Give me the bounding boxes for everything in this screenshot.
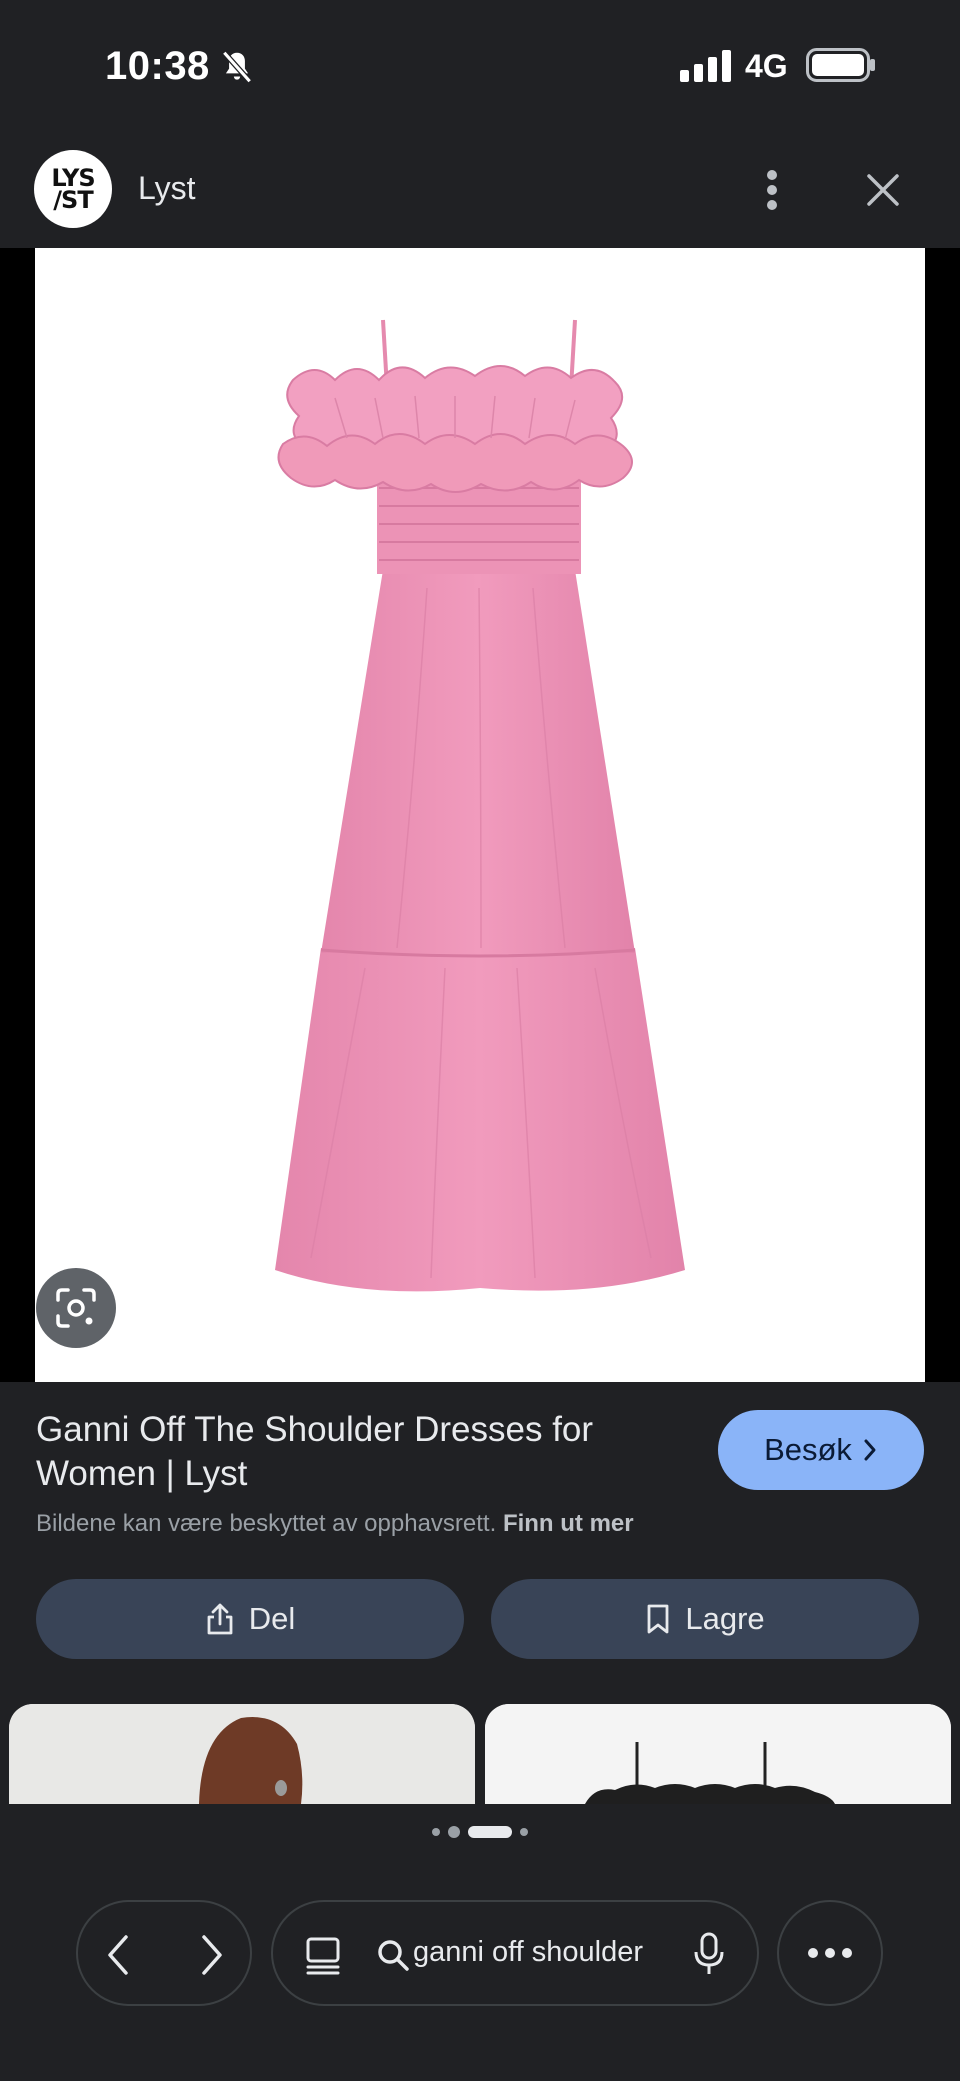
signal-icon	[680, 50, 731, 82]
google-lens-button[interactable]	[36, 1268, 116, 1348]
copyright-text: Bildene kan være beskyttet av opphavsret…	[36, 1510, 497, 1537]
page-dot-active	[468, 1826, 512, 1838]
image-viewer	[0, 248, 960, 1382]
product-image[interactable]	[35, 248, 925, 1382]
page-dot	[432, 1828, 440, 1836]
horizontal-dots-icon	[808, 1948, 852, 1958]
more-options-button[interactable]	[752, 162, 792, 218]
chevron-right-icon	[864, 1439, 876, 1461]
share-button[interactable]: Del	[36, 1579, 464, 1659]
related-image-model	[9, 1704, 475, 1804]
pink-dress-illustration	[275, 319, 685, 1292]
vertical-dots-icon	[767, 170, 777, 210]
site-logo[interactable]: LYS /ST	[34, 150, 112, 228]
site-logo-text: LYS /ST	[51, 164, 95, 214]
visit-button-label: Besøk	[764, 1432, 852, 1467]
learn-more-link[interactable]: Finn ut mer	[503, 1510, 634, 1537]
related-image-black-dress	[485, 1704, 951, 1804]
copyright-notice: Bildene kan være beskyttet av opphavsret…	[36, 1510, 634, 1538]
chevron-right-icon	[202, 1935, 222, 1975]
tabs-icon[interactable]	[303, 1935, 343, 1975]
page-indicator	[0, 1826, 960, 1838]
page-dot	[448, 1826, 460, 1838]
back-button[interactable]	[88, 1925, 148, 1985]
result-title[interactable]: Ganni Off The Shoulder Dresses for Women…	[36, 1408, 676, 1496]
battery-icon	[806, 48, 875, 82]
more-menu-button[interactable]	[777, 1900, 883, 2006]
page-dot	[520, 1828, 528, 1836]
chevron-left-icon	[108, 1935, 128, 1975]
lens-icon	[56, 1288, 96, 1328]
save-button-label: Lagre	[685, 1601, 765, 1636]
navigation-controls	[76, 1900, 252, 2006]
status-bar: 10:38 4G	[0, 0, 960, 130]
microphone-icon[interactable]	[693, 1932, 725, 1976]
search-bar[interactable]: ganni off shoulder	[271, 1900, 759, 2006]
forward-button[interactable]	[182, 1925, 242, 1985]
close-icon	[867, 174, 899, 206]
site-name[interactable]: Lyst	[138, 170, 196, 207]
related-image-thumbnail[interactable]	[485, 1704, 951, 1804]
save-button[interactable]: Lagre	[491, 1579, 919, 1659]
related-image-thumbnail[interactable]	[9, 1704, 475, 1804]
share-icon	[207, 1603, 233, 1635]
visit-button[interactable]: Besøk	[718, 1410, 924, 1490]
search-icon	[378, 1940, 409, 1971]
close-button[interactable]	[855, 162, 911, 218]
search-query[interactable]: ganni off shoulder	[413, 1936, 663, 1969]
status-time: 10:38	[105, 44, 210, 88]
source-header: LYS /ST Lyst	[0, 150, 960, 230]
bookmark-icon	[647, 1604, 669, 1634]
bell-muted-icon	[222, 50, 252, 84]
share-button-label: Del	[248, 1601, 296, 1636]
network-type: 4G	[745, 48, 788, 84]
